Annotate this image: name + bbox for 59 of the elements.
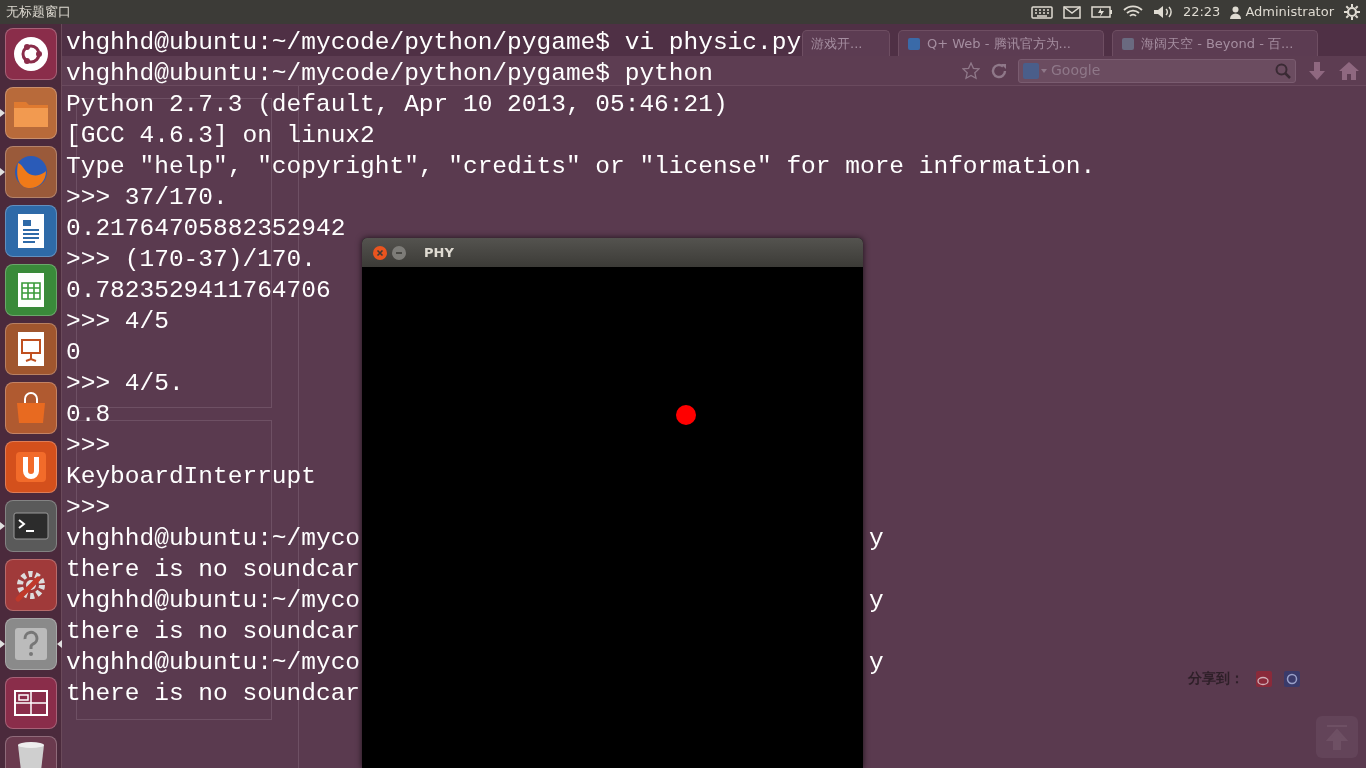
terminal-line: KeyboardInterrupt xyxy=(66,462,316,492)
terminal-line: vhghhd@ubuntu:~/myco xyxy=(66,524,361,554)
terminal-line: there is no soundcar xyxy=(66,679,361,709)
terminal-line: vhghhd@ubuntu:~/myco xyxy=(66,648,361,678)
terminal-line: >>> (170-37)/170. xyxy=(66,245,316,275)
minimize-button[interactable] xyxy=(391,244,407,261)
close-button[interactable] xyxy=(372,244,388,261)
logo-icon xyxy=(12,35,50,73)
terminal-line: there is no soundcar xyxy=(66,555,361,585)
terminal-line: 0.8 xyxy=(66,400,111,430)
ubuntu-one-button[interactable] xyxy=(5,441,57,493)
terminal-line: >>> xyxy=(66,431,111,461)
mail-icon[interactable] xyxy=(1062,5,1081,19)
page-icon xyxy=(1121,36,1135,51)
terminal-line: 0.7823529411764706 xyxy=(66,276,331,306)
page-icon xyxy=(907,36,921,51)
question-icon xyxy=(12,625,50,663)
calc-button[interactable] xyxy=(5,264,57,316)
browser-tab[interactable]: Q+ Web - 腾讯官方为... xyxy=(898,30,1104,56)
workspaces-button[interactable] xyxy=(5,677,57,729)
terminal-line: >>> xyxy=(66,493,111,523)
terminal-line: there is no soundcar xyxy=(66,617,361,647)
impress-button[interactable] xyxy=(5,323,57,375)
terminal-line: y xyxy=(869,648,884,678)
store-button[interactable] xyxy=(5,382,57,434)
window-title: 无标题窗口 xyxy=(6,3,71,22)
ball xyxy=(676,405,696,425)
star-icon[interactable] xyxy=(962,61,980,80)
writer-button[interactable] xyxy=(5,205,57,257)
terminal-line: Type "help", "copyright", "credits" or "license" for more information. xyxy=(66,152,1096,182)
terminal-line: y xyxy=(869,586,884,616)
user-icon xyxy=(1230,5,1242,19)
terminal-button[interactable] xyxy=(5,500,57,552)
terminal-line: vhghhd@ubuntu:~/mycode/python/pygame$ python xyxy=(66,59,713,89)
terminal-line: >>> 4/5 xyxy=(66,307,169,337)
settings-icon[interactable] xyxy=(1344,4,1360,20)
terminal-line: >>> 37/170. xyxy=(66,183,228,213)
globe-icon xyxy=(12,153,50,191)
browser-tab[interactable]: 海阔天空 - Beyond - 百... xyxy=(1112,30,1318,56)
terminal-line: 0.21764705882352942 xyxy=(66,214,346,244)
clock[interactable]: 22:23 xyxy=(1182,2,1221,22)
settings-button[interactable] xyxy=(5,559,57,611)
terminal-line: vhghhd@ubuntu:~/myco xyxy=(66,586,361,616)
terminal-line: y xyxy=(869,524,884,554)
user-name[interactable]: Administrator xyxy=(1245,2,1334,22)
keyboard-icon[interactable] xyxy=(1030,5,1053,19)
terminal-line: Python 2.7.3 (default, Apr 10 2013, 05:46:21) xyxy=(66,90,728,120)
terminal-line: vhghhd@ubuntu:~/mycode/python/pygame$ vi physic.py xyxy=(66,28,802,58)
terminal-line: >>> 4/5. xyxy=(66,369,184,399)
dash-button[interactable] xyxy=(5,28,57,80)
trash-button[interactable] xyxy=(5,736,57,768)
window-title: PHY xyxy=(424,243,454,262)
volume-icon[interactable] xyxy=(1152,5,1173,19)
terminal-line: [GCC 4.6.3] on linux2 xyxy=(66,121,375,151)
browser-tab[interactable]: 游戏开... xyxy=(802,30,890,56)
battery-icon[interactable] xyxy=(1090,6,1113,18)
terminal-line: 0 xyxy=(66,338,81,368)
help-button[interactable] xyxy=(5,618,57,670)
wifi-icon[interactable] xyxy=(1122,5,1143,19)
